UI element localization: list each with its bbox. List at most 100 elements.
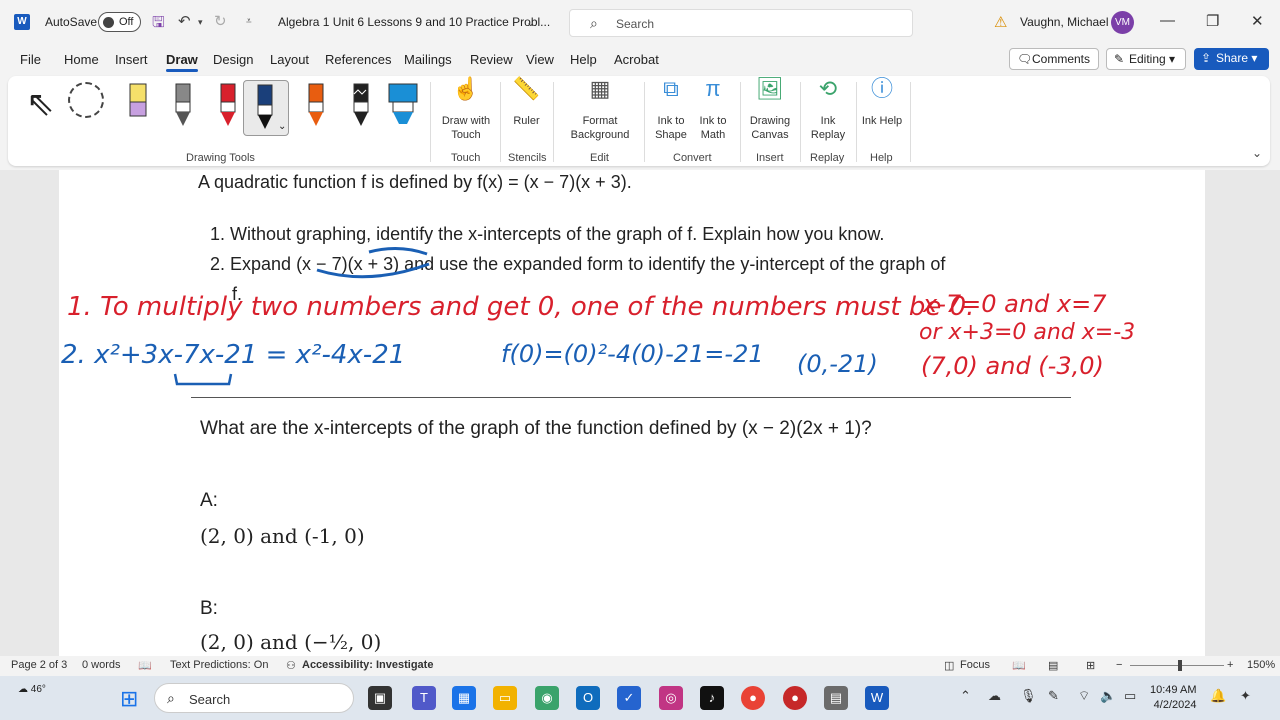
windows-start-icon[interactable]: ⊞ [120, 686, 138, 712]
editing-button[interactable]: ✎ Editing ▾ [1106, 48, 1186, 70]
search-box[interactable]: ⌕ Search [569, 9, 913, 37]
tab-help[interactable]: Help [570, 52, 597, 67]
group-label-drawing-tools: Drawing Tools [186, 152, 255, 164]
task-view-icon[interactable]: ▣ [368, 686, 392, 710]
autosave-toggle[interactable]: Off [98, 12, 141, 32]
pen-blue-selected[interactable]: ⌄ [243, 80, 289, 136]
proofing-icon[interactable]: 📖 [138, 659, 152, 672]
ink-to-shape-button[interactable]: ⧉ Ink to Shape [650, 78, 692, 142]
zoom-in-icon[interactable]: + [1227, 659, 1233, 671]
drawing-canvas-button[interactable]: 🖼 Drawing Canvas [744, 78, 796, 142]
highlighter-yellow-icon[interactable] [121, 80, 155, 130]
tray-chevron-icon[interactable]: ⌃ [960, 688, 971, 704]
focus-mode[interactable]: Focus [960, 659, 990, 671]
copilot-icon[interactable]: ✦ [1240, 688, 1251, 704]
onedrive-icon[interactable]: ☁ [988, 688, 1001, 704]
document-area[interactable]: A quadratic function f is defined by f(x… [0, 170, 1280, 656]
volume-icon[interactable]: 🔈 [1100, 688, 1116, 704]
format-background-button[interactable]: ▦ Format Background [560, 76, 640, 142]
chrome-icon[interactable]: ● [741, 686, 765, 710]
zoom-level[interactable]: 150% [1247, 659, 1275, 671]
ruler-button[interactable]: 📏 Ruler [504, 78, 549, 128]
chrome-profile-icon[interactable]: ● [783, 686, 807, 710]
close-icon[interactable]: ✕ [1251, 12, 1264, 30]
save-icon[interactable]: 🖫 [152, 12, 165, 37]
tab-design[interactable]: Design [213, 52, 253, 67]
zoom-slider[interactable] [1130, 665, 1224, 666]
avatar[interactable]: VM [1111, 11, 1134, 34]
wifi-icon[interactable]: ⌔ [1078, 688, 1090, 704]
teams-icon[interactable]: T [412, 686, 436, 710]
document-page[interactable]: A quadratic function f is defined by f(x… [59, 170, 1205, 656]
tab-draw[interactable]: Draw [166, 52, 198, 72]
tab-review[interactable]: Review [470, 52, 513, 67]
warning-icon[interactable]: ⚠ [994, 13, 1007, 31]
print-layout-icon[interactable]: ▤ [1048, 659, 1058, 672]
redo-icon[interactable]: ↻ [214, 12, 227, 30]
comments-button[interactable]: 🗨 Comments [1009, 48, 1099, 70]
pen-red-icon[interactable] [211, 80, 245, 130]
tab-references[interactable]: References [325, 52, 391, 67]
zoom-out-icon[interactable]: − [1116, 659, 1122, 671]
minimize-icon[interactable]: — [1160, 12, 1175, 29]
document-title[interactable]: Algebra 1 Unit 6 Lessons 9 and 10 Practi… [278, 15, 550, 29]
ribbon-separator [644, 82, 645, 162]
select-arrow-icon[interactable]: ⇖ [26, 84, 55, 124]
undo-icon[interactable]: ↶ [178, 12, 191, 30]
lasso-icon[interactable] [68, 82, 104, 118]
share-button[interactable]: ⇪ Share ▾ [1194, 48, 1269, 70]
pen-tray-icon[interactable]: ✎ [1048, 688, 1059, 704]
undo-dropdown-icon[interactable]: ▾ [198, 17, 203, 28]
read-mode-icon[interactable]: 📖 [1012, 659, 1026, 672]
weather-widget[interactable]: ☁ 46° [18, 684, 46, 695]
zoom-slider-thumb[interactable] [1178, 660, 1182, 671]
ink-help-button[interactable]: ⓘ Ink Help [860, 78, 904, 128]
option-b-answer[interactable]: (2, 0) and (−½, 0) [200, 630, 381, 654]
tab-insert[interactable]: Insert [115, 52, 148, 67]
word-taskbar-icon[interactable]: W [865, 686, 889, 710]
draw-with-touch-button[interactable]: ☝ Draw with Touch [436, 78, 496, 142]
accessibility-status[interactable]: Accessibility: Investigate [302, 659, 433, 671]
tab-home[interactable]: Home [64, 52, 99, 67]
todo-icon[interactable]: ✓ [617, 686, 641, 710]
ribbon-collapse-chevron-icon[interactable]: ⌄ [1252, 146, 1262, 160]
page-count[interactable]: Page 2 of 3 [11, 659, 67, 671]
word-count[interactable]: 0 words [82, 659, 121, 671]
app-owl-icon[interactable]: ◉ [535, 686, 559, 710]
ink-replay-button[interactable]: ⟲ Ink Replay [804, 78, 852, 142]
store-icon[interactable]: ▦ [452, 686, 476, 710]
pencil-icon: ✎ [1114, 52, 1125, 66]
tiktok-icon[interactable]: ♪ [700, 686, 724, 710]
web-layout-icon[interactable]: ⊞ [1086, 659, 1095, 672]
calculator-icon[interactable]: ▤ [824, 686, 848, 710]
question-1: 1. Without graphing, identify the x-inte… [210, 224, 885, 244]
ink-to-math-button[interactable]: π Ink to Math [692, 76, 734, 142]
clock[interactable]: 10:49 AM 4/2/2024 [1150, 683, 1196, 713]
tab-acrobat[interactable]: Acrobat [614, 52, 659, 67]
user-name[interactable]: Vaughn, Michael [1020, 15, 1109, 29]
text-predictions[interactable]: Text Predictions: On [170, 659, 268, 671]
tab-view[interactable]: View [526, 52, 554, 67]
file-explorer-icon[interactable]: ▭ [493, 686, 517, 710]
pen-orange-icon[interactable] [299, 80, 333, 130]
option-a-answer[interactable]: (2, 0) and (-1, 0) [200, 524, 365, 548]
pen-options-chevron-icon[interactable]: ⌄ [278, 121, 286, 132]
pencil-gray-icon[interactable] [166, 80, 200, 130]
comment-icon: 🗨 [1017, 52, 1033, 66]
pen-black-galaxy-icon[interactable] [344, 80, 378, 130]
microphone-icon[interactable]: 🎙 [1020, 688, 1037, 704]
highlighter-blue-icon[interactable] [383, 80, 423, 130]
instagram-icon[interactable]: ◎ [659, 686, 683, 710]
outlook-icon[interactable]: O [576, 686, 600, 710]
grid-background-icon: ▦ [589, 76, 611, 101]
customize-toolbar-icon[interactable]: ⩡ [246, 16, 252, 27]
taskbar-search[interactable]: ⌕ Search [154, 683, 354, 713]
restore-icon[interactable]: ❐ [1206, 12, 1219, 30]
notifications-bell-icon[interactable]: 🔔 [1210, 688, 1226, 704]
tab-layout[interactable]: Layout [270, 52, 309, 67]
battery-icon[interactable]: ▭ [1124, 688, 1136, 704]
title-dropdown-icon[interactable]: ⌄ [526, 16, 535, 29]
tab-mailings[interactable]: Mailings [404, 52, 452, 67]
pi-math-icon: π [705, 76, 721, 101]
tab-file[interactable]: File [20, 52, 41, 67]
